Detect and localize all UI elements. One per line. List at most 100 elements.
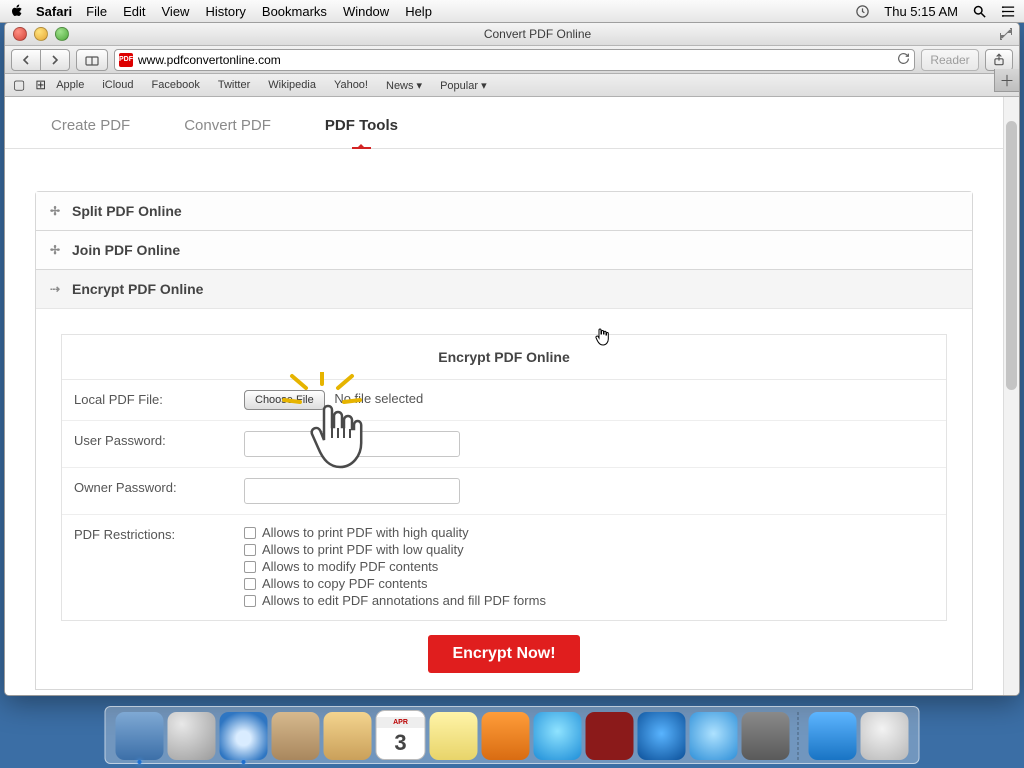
zoom-window-button[interactable]: [55, 27, 69, 41]
bookmarks-bar: ▢ ⊞ Apple iCloud Facebook Twitter Wikipe…: [5, 74, 1019, 97]
dock-safari-icon[interactable]: [220, 712, 268, 760]
restriction-checkbox[interactable]: [244, 527, 256, 539]
scrollbar-thumb[interactable]: [1006, 121, 1017, 390]
accordion-split-pdf[interactable]: ✢ Split PDF Online: [36, 192, 972, 230]
bookmark-apple[interactable]: Apple: [56, 79, 84, 91]
browser-toolbar: PDF www.pdfconvertonline.com Reader: [5, 46, 1019, 74]
dock-appstore-icon[interactable]: [690, 712, 738, 760]
accordion-label: Encrypt PDF Online: [72, 281, 203, 297]
dock-notes-icon[interactable]: [430, 712, 478, 760]
bookmark-news[interactable]: News ▾: [386, 79, 422, 92]
dock-calendar-icon[interactable]: APR 3: [376, 710, 426, 760]
menubar-app-name[interactable]: Safari: [36, 4, 72, 19]
bookmark-icloud[interactable]: iCloud: [102, 79, 133, 91]
apple-menu-icon[interactable]: [10, 4, 24, 18]
accordion-encrypt-pdf[interactable]: ⇢ Encrypt PDF Online: [36, 270, 972, 309]
dock-messages-icon[interactable]: [534, 712, 582, 760]
restriction-option[interactable]: Allows to modify PDF contents: [244, 559, 934, 574]
menu-view[interactable]: View: [162, 4, 190, 19]
tab-create-pdf[interactable]: Create PDF: [41, 117, 140, 148]
restrictions-label: PDF Restrictions:: [74, 525, 244, 610]
dock-finder-icon[interactable]: [116, 712, 164, 760]
bookmarks-button[interactable]: [76, 49, 108, 71]
dock-contacts-icon[interactable]: [324, 712, 372, 760]
dock-app-icon[interactable]: [482, 712, 530, 760]
spotlight-icon[interactable]: [972, 4, 987, 19]
restriction-checkbox[interactable]: [244, 561, 256, 573]
menu-help[interactable]: Help: [405, 4, 432, 19]
restriction-option[interactable]: Allows to copy PDF contents: [244, 576, 934, 591]
bookmark-wikipedia[interactable]: Wikipedia: [268, 79, 316, 91]
user-password-input[interactable]: [244, 431, 460, 457]
restriction-checkbox[interactable]: [244, 595, 256, 607]
bookmark-facebook[interactable]: Facebook: [152, 79, 200, 91]
dock-separator: [798, 712, 801, 760]
bookmark-yahoo[interactable]: Yahoo!: [334, 79, 368, 91]
restriction-option[interactable]: Allows to print PDF with high quality: [244, 525, 934, 540]
menu-bookmarks[interactable]: Bookmarks: [262, 4, 327, 19]
restriction-checkbox[interactable]: [244, 544, 256, 556]
bookmark-popular[interactable]: Popular ▾: [440, 79, 487, 92]
encrypt-card: Encrypt PDF Online Local PDF File: Choos…: [61, 334, 947, 621]
back-button[interactable]: [11, 49, 41, 71]
encrypt-now-button[interactable]: Encrypt Now!: [428, 635, 579, 673]
menu-history[interactable]: History: [205, 4, 245, 19]
accordion-label: Split PDF Online: [72, 203, 182, 219]
page-viewport: Create PDF Convert PDF PDF Tools ✢ Split…: [5, 97, 1019, 695]
tab-convert-pdf[interactable]: Convert PDF: [174, 117, 281, 148]
page-scrollbar[interactable]: [1003, 97, 1019, 695]
restriction-option[interactable]: Allows to edit PDF annotations and fill …: [244, 593, 934, 608]
tab-pdf-tools[interactable]: PDF Tools: [315, 117, 408, 148]
file-label: Local PDF File:: [74, 390, 244, 410]
menubar-clock[interactable]: Thu 5:15 AM: [884, 4, 958, 19]
dock-itunes-icon[interactable]: [638, 712, 686, 760]
reload-button[interactable]: [897, 52, 910, 68]
top-sites-icon[interactable]: ⊞: [35, 77, 46, 93]
restriction-option[interactable]: Allows to print PDF with low quality: [244, 542, 934, 557]
accordion-label: Join PDF Online: [72, 242, 180, 258]
dock-launchpad-icon[interactable]: [168, 712, 216, 760]
show-bookmarks-icon[interactable]: ▢: [13, 77, 25, 93]
site-nav: Create PDF Convert PDF PDF Tools: [5, 97, 1003, 149]
url-text: www.pdfconvertonline.com: [138, 53, 281, 67]
menu-window[interactable]: Window: [343, 4, 389, 19]
choose-file-button[interactable]: Choose File: [244, 390, 325, 410]
accordion-join-pdf[interactable]: ✢ Join PDF Online: [36, 231, 972, 269]
user-password-label: User Password:: [74, 431, 244, 457]
mac-menubar: Safari File Edit View History Bookmarks …: [0, 0, 1024, 23]
tools-accordion: ✢ Split PDF Online ✢ Join PDF Online ⇢ E…: [35, 191, 973, 690]
expand-icon: ✢: [48, 204, 62, 218]
reader-button[interactable]: Reader: [921, 49, 979, 71]
close-window-button[interactable]: [13, 27, 27, 41]
dock-mail-icon[interactable]: [272, 712, 320, 760]
owner-password-input[interactable]: [244, 478, 460, 504]
calendar-day: 3: [394, 732, 406, 754]
fullscreen-button[interactable]: [999, 27, 1013, 41]
collapse-icon: ⇢: [48, 282, 62, 296]
dock-downloads-icon[interactable]: [809, 712, 857, 760]
address-bar[interactable]: PDF www.pdfconvertonline.com: [114, 49, 915, 71]
restriction-text: Allows to modify PDF contents: [262, 559, 438, 574]
bookmark-twitter[interactable]: Twitter: [218, 79, 250, 91]
expand-icon: ✢: [48, 243, 62, 257]
minimize-window-button[interactable]: [34, 27, 48, 41]
file-status: No file selected: [334, 391, 423, 406]
time-machine-icon[interactable]: [855, 4, 870, 19]
restriction-text: Allows to edit PDF annotations and fill …: [262, 593, 546, 608]
notifications-icon[interactable]: [1001, 4, 1016, 19]
restriction-checkbox[interactable]: [244, 578, 256, 590]
dock-trash-icon[interactable]: [861, 712, 909, 760]
forward-button[interactable]: [41, 49, 70, 71]
share-button[interactable]: [985, 49, 1013, 71]
menu-edit[interactable]: Edit: [123, 4, 145, 19]
calendar-month: APR: [377, 717, 425, 728]
restriction-text: Allows to print PDF with high quality: [262, 525, 469, 540]
dock-photobooth-icon[interactable]: [586, 712, 634, 760]
window-titlebar: Convert PDF Online: [5, 23, 1019, 46]
safari-window: Convert PDF Online PDF www.pdfconvertonl…: [4, 22, 1020, 696]
owner-password-label: Owner Password:: [74, 478, 244, 504]
new-tab-button[interactable]: ＋: [994, 69, 1019, 92]
dock-system-prefs-icon[interactable]: [742, 712, 790, 760]
menu-file[interactable]: File: [86, 4, 107, 19]
card-title: Encrypt PDF Online: [62, 335, 946, 380]
